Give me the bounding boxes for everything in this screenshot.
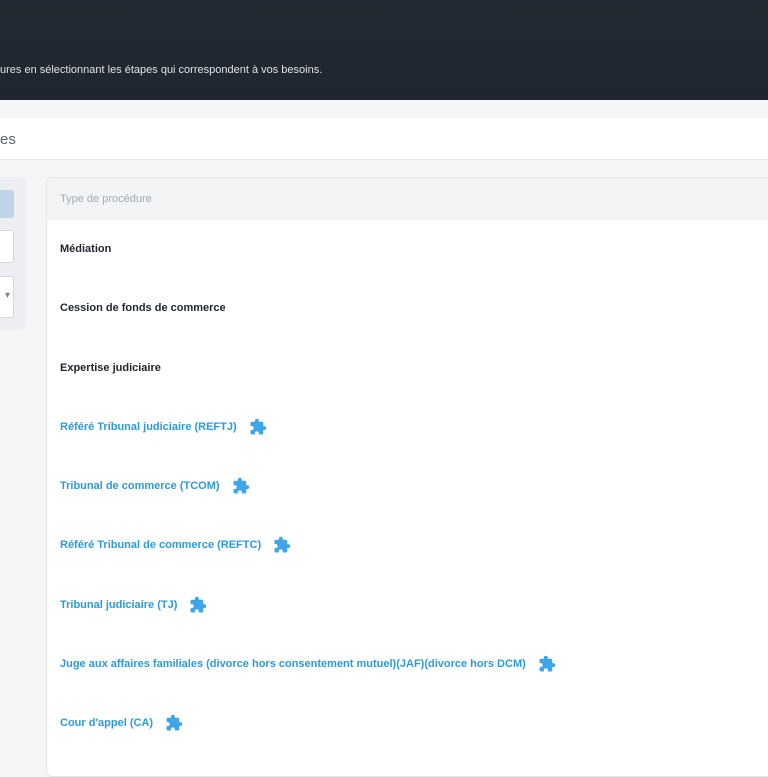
- row-label-link[interactable]: Référé Tribunal judiciaire (REFTJ): [60, 421, 237, 433]
- row-label-link[interactable]: Cour d'appel (CA): [60, 717, 153, 729]
- puzzle-icon: [165, 714, 183, 732]
- table-row[interactable]: Référé Tribunal de commerce (REFTC): [60, 536, 291, 554]
- row-label-link[interactable]: Juge aux affaires familiales (divorce ho…: [60, 658, 526, 670]
- puzzle-icon: [273, 536, 291, 554]
- table-row[interactable]: Tribunal judiciaire (TJ): [60, 596, 207, 614]
- row-label-link[interactable]: Tribunal judiciaire (TJ): [60, 599, 177, 611]
- puzzle-icon: [189, 596, 207, 614]
- puzzle-icon: [232, 477, 250, 495]
- column-header-procedure-type: Type de procédure: [60, 192, 152, 205]
- table-row[interactable]: Médiation: [60, 243, 111, 255]
- table-row[interactable]: Juge aux affaires familiales (divorce ho…: [60, 655, 556, 673]
- puzzle-icon: [249, 418, 267, 436]
- header-subtitle: ures en sélectionnant les étapes qui cor…: [0, 64, 323, 76]
- row-label-link[interactable]: Référé Tribunal de commerce (REFTC): [60, 539, 261, 551]
- table-row[interactable]: Cour d'appel (CA): [60, 714, 183, 732]
- puzzle-icon: [538, 655, 556, 673]
- chevron-down-icon: ▾: [4, 290, 10, 301]
- row-label-link[interactable]: Tribunal de commerce (TCOM): [60, 480, 220, 492]
- filter-input[interactable]: [0, 230, 14, 263]
- header-banner: ures en sélectionnant les étapes qui cor…: [0, 0, 768, 100]
- table-row[interactable]: Tribunal de commerce (TCOM): [60, 477, 250, 495]
- table-row[interactable]: Expertise judiciaire: [60, 362, 161, 374]
- table-row[interactable]: Cession de fonds de commerce: [60, 302, 226, 314]
- row-label: Cession de fonds de commerce: [60, 302, 226, 314]
- procedure-table: Type de procédure Médiation Cession de f…: [46, 177, 768, 777]
- table-row[interactable]: Référé Tribunal judiciaire (REFTJ): [60, 418, 267, 436]
- row-label: Médiation: [60, 243, 112, 255]
- table-header: Type de procédure: [47, 178, 768, 220]
- filter-select[interactable]: ▾: [0, 276, 14, 318]
- section-bar: [0, 118, 768, 160]
- filter-chip[interactable]: [0, 190, 14, 218]
- row-label: Expertise judiciaire: [60, 362, 161, 374]
- section-title: es: [0, 131, 16, 148]
